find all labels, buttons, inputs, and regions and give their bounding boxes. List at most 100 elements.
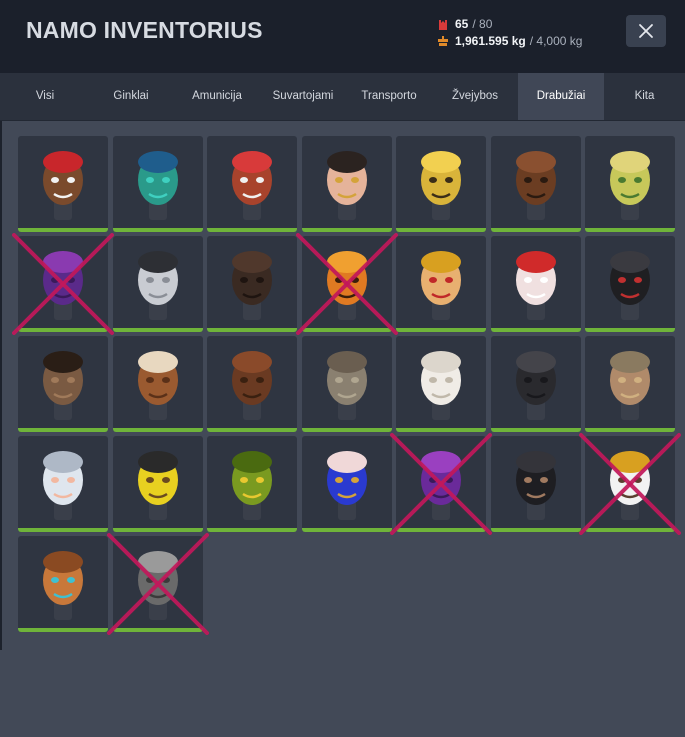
inventory-stats: 65 / 80 1,961.595 kg / 4,000 kg [437,16,582,50]
inventory-slot[interactable] [490,436,581,532]
condition-bar [18,228,108,232]
inventory-slot[interactable] [207,136,297,232]
condition-bar [490,228,581,232]
inventory-slot[interactable] [585,136,675,232]
condition-bar [207,228,297,232]
weight-max: / 4,000 kg [529,34,583,48]
condition-bar [585,228,675,232]
chicken-mask-icon [421,351,461,420]
inventory-slot[interactable] [112,436,203,532]
inventory-slot[interactable] [301,236,392,332]
condition-bar [585,528,675,532]
inventory-slot[interactable] [490,336,581,432]
slot-max: / 80 [472,17,493,31]
queen-mask-icon [326,151,367,220]
weight-icon [438,35,448,46]
black-face-mask-icon [515,351,556,420]
slot-icon [439,19,447,30]
inventory-slot[interactable] [396,136,486,232]
bottom-area [0,650,685,737]
pumpkin-mask-icon [326,251,367,320]
corn-mask-icon [421,151,461,220]
condition-bar [301,528,392,532]
inventory-slot[interactable] [18,136,108,232]
teal-face-paint-mask-icon [137,151,178,220]
gas-mask-icon [610,351,650,420]
condition-bar [396,228,486,232]
horse-brown-mask-icon [137,351,178,420]
tab-zvejybos[interactable]: Žvejybos [432,73,518,120]
inventory-slot[interactable] [18,536,108,632]
tab-visi[interactable]: Visi [2,73,88,120]
green-zombie-mask-icon [232,451,272,520]
inventory-slot[interactable] [585,336,675,432]
condition-bar [396,328,486,332]
yellow-goggles-mask-icon [137,451,178,520]
inventory-slot[interactable] [396,336,486,432]
condition-bar [112,528,203,532]
tab-suvartojami[interactable]: Suvartojami [260,73,346,120]
condition-bar [396,528,486,532]
black-balaclava-icon [515,451,556,520]
inventory-slot[interactable] [301,136,392,232]
tab-ginklai[interactable]: Ginklai [88,73,174,120]
king-mask-icon [421,251,461,320]
tab-kita[interactable]: Kita [604,73,685,120]
inventory-slot[interactable] [112,236,203,332]
bear-mask-icon [515,151,556,220]
old-man-mask-icon [43,451,83,520]
condition-bar [396,428,486,432]
condition-bar [301,228,392,232]
inventory-slot[interactable] [112,536,203,632]
inventory-slot[interactable] [490,236,581,332]
tab-amunicija[interactable]: Amunicija [174,73,260,120]
balaclava-white-mask-icon [137,251,178,320]
walrus-mask-icon [43,551,83,620]
slot-count: 65 [455,17,469,31]
eagle-mask-icon [610,451,650,520]
condition-bar [585,428,675,432]
slot-count-row: 65 / 80 [437,16,582,33]
inventory-slot[interactable] [301,336,392,432]
category-tabs: Visi Ginklai Amunicija Suvartojami Trans… [0,73,685,121]
inventory-header: NAMO INVENTORIUS 65 / 80 1,961.595 kg / … [0,0,685,73]
condition-bar [18,628,108,632]
page-title: NAMO INVENTORIUS [26,17,263,43]
inventory-slot[interactable] [301,436,392,532]
condition-bar [112,628,203,632]
inventory-slot[interactable] [207,436,297,532]
inventory-slot[interactable] [207,236,297,332]
inventory-slot[interactable] [112,136,203,232]
tab-drabuziai[interactable]: Drabužiai [518,73,604,120]
inventory-slot[interactable] [585,436,675,532]
condition-bar [112,328,203,332]
condition-bar [18,528,108,532]
inventory-slot[interactable] [585,236,675,332]
black-monster-mask-icon [610,251,650,320]
close-icon [639,24,653,38]
clown-queen-mask-icon [515,251,556,320]
condition-bar [301,328,392,332]
tab-transporto[interactable]: Transporto [346,73,432,120]
inventory-slot[interactable] [112,336,203,432]
condition-bar [490,328,581,332]
close-button[interactable] [626,15,666,47]
inventory-slot[interactable] [396,236,486,332]
inventory-slot[interactable] [490,136,581,232]
inventory-slot[interactable] [207,336,297,432]
inventory-slot[interactable] [396,436,486,532]
inventory-slot[interactable] [18,436,108,532]
weight-current: 1,961.595 kg [455,34,526,48]
inventory-slot[interactable] [18,336,108,432]
condition-bar [585,328,675,332]
purple-skull-balaclava-icon [421,451,461,520]
condition-bar [207,528,297,532]
pug-mask-icon [43,351,83,420]
condition-bar [490,428,581,432]
condition-bar [112,428,203,432]
inventory-slot[interactable] [18,236,108,332]
bear-brown-mask-icon [232,351,272,420]
condition-bar [112,228,203,232]
blue-queen-mask-icon [326,451,367,520]
condition-bar [490,528,581,532]
